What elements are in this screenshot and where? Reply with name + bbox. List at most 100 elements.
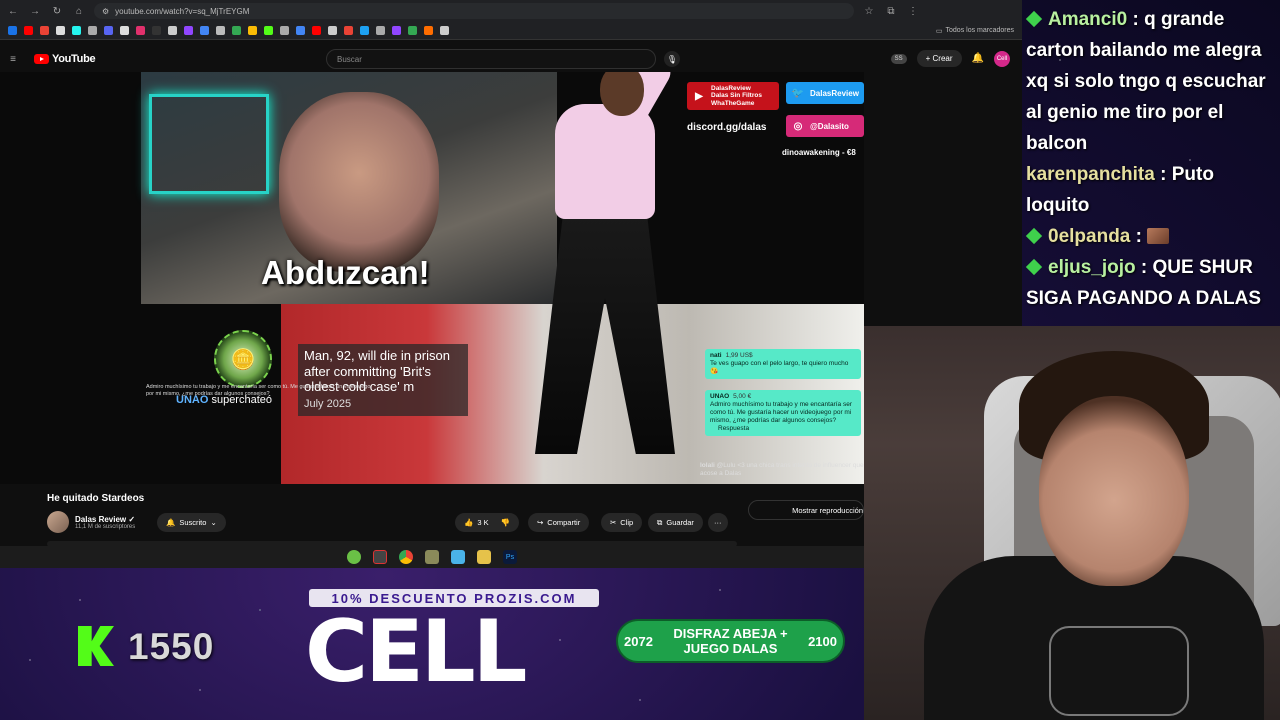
donation-line: lolali @Lulu <3 una chica trans intento … [700, 462, 864, 477]
channel-name[interactable]: Dalas Review ✓ [75, 515, 135, 524]
home-icon[interactable]: ⌂ [72, 4, 86, 18]
bookmark-icon[interactable] [200, 26, 209, 35]
bookmark-icon[interactable] [296, 26, 305, 35]
extensions-icon[interactable]: ⧉ [884, 4, 898, 18]
social-discord: discord.gg/dalas [687, 122, 767, 133]
show-replay-button[interactable]: Mostrar reproducción [748, 500, 864, 520]
chat-message: Amanci0 : q grande carton bailando me al… [1025, 9, 1266, 154]
subscriber-count: 11,1 M de suscriptores [75, 523, 136, 530]
bookmark-icon[interactable] [376, 26, 385, 35]
bookmark-icon[interactable] [88, 26, 97, 35]
chat-message: karenpanchita : Puto loquito [1026, 164, 1214, 216]
share-icon: ↪ [537, 518, 544, 527]
bookmark-icon[interactable] [152, 26, 161, 35]
verified-icon: ✓ [128, 514, 136, 524]
star-icon[interactable]: ☆ [862, 4, 876, 18]
channel-info: Dalas Review ✓ 11,1 M de suscriptores [47, 511, 135, 533]
create-button[interactable]: + Crear [916, 50, 962, 67]
thumbs-down-icon[interactable]: 👎 [501, 518, 510, 527]
notifications-bell-icon[interactable]: 🔔 [972, 53, 984, 64]
cam-caption: Abduzcan! [261, 254, 430, 291]
emote-icon [1147, 228, 1170, 244]
dino-donation-line: dinoawakening - €8 [782, 148, 856, 157]
bookmark-icon[interactable] [440, 26, 449, 35]
search-input[interactable]: Buscar [326, 49, 656, 69]
bookmark-icon[interactable] [8, 26, 17, 35]
bookmark-icon[interactable] [56, 26, 65, 35]
app-icon[interactable] [451, 550, 465, 564]
streamer-webcam [864, 326, 1280, 720]
news-date: July 2025 [304, 397, 352, 410]
bookmark-icon[interactable] [408, 26, 417, 35]
chat-message: 0elpanda : [1025, 221, 1276, 252]
bookmark-icon[interactable] [264, 26, 273, 35]
bookmark-save-icon: ⧉ [657, 517, 663, 527]
hamburger-menu-icon[interactable]: ≡ [6, 52, 20, 66]
youtube-icon: ▶ [695, 90, 703, 102]
video-player[interactable]: Abduzcan! Man, 92, will die in prison af… [0, 72, 864, 484]
url-field[interactable]: ⚙ youtube.com/watch?v=sq_MjTrEYGM [94, 3, 854, 19]
save-button[interactable]: ⧉ Guardar [648, 513, 703, 532]
bookmark-icon[interactable] [424, 26, 433, 35]
account-avatar[interactable]: Cell [994, 50, 1010, 67]
back-icon[interactable]: ← [6, 4, 20, 18]
dancer-legs [535, 214, 675, 454]
bookmark-icon[interactable] [360, 26, 369, 35]
bell-icon: 🔔 [166, 518, 176, 527]
reply-label: Respuesta [718, 425, 750, 432]
bookmark-icon[interactable] [280, 26, 289, 35]
youtube-logo[interactable]: YouTube [34, 53, 96, 65]
subscribed-button[interactable]: 🔔 Suscrito ⌄ [157, 513, 226, 532]
channel-avatar[interactable] [47, 511, 69, 533]
streamer-face [279, 92, 439, 272]
bookmark-icon[interactable] [232, 26, 241, 35]
app-icon[interactable] [425, 550, 439, 564]
goal-label: DISFRAZ ABEJA + JUEGO DALAS [673, 626, 788, 656]
photoshop-app-icon[interactable]: Ps [503, 550, 517, 564]
xbox-app-icon[interactable] [347, 550, 361, 564]
donation-card: nati 1,99 US$ Te ves guapo con el pelo la… [705, 349, 861, 379]
superchat-coin-icon: 🪙 [214, 330, 272, 388]
chat-message: eljus_jojo : QUE SHUR SIGA PAGANDO A DAL… [1025, 257, 1262, 309]
obs-app-icon[interactable] [373, 550, 387, 564]
bookmark-icon[interactable] [104, 26, 113, 35]
bookmark-icon[interactable] [136, 26, 145, 35]
social-yt-line3: WhaTheGame [711, 99, 755, 107]
more-actions-button[interactable]: ··· [708, 513, 728, 532]
like-button[interactable]: 👍 3 K 👎 [455, 513, 519, 532]
bookmark-icon[interactable] [216, 26, 225, 35]
bookmark-icon[interactable] [184, 26, 193, 35]
bookmark-icon[interactable] [328, 26, 337, 35]
reload-icon[interactable]: ↻ [50, 4, 64, 18]
share-button[interactable]: ↪ Compartir [528, 513, 590, 532]
youtube-header: ≡ YouTube Buscar 🎙 SS + Crear 🔔 Cell [0, 46, 1022, 72]
url-text: youtube.com/watch?v=sq_MjTrEYGM [115, 6, 250, 16]
ss-badge[interactable]: SS [890, 53, 907, 64]
site-info-icon[interactable]: ⚙ [102, 7, 109, 16]
taskbar: Ps [0, 546, 864, 568]
chrome-app-icon[interactable] [399, 550, 413, 564]
goal-current: 2072 [624, 633, 653, 649]
bookmark-icon[interactable] [344, 26, 353, 35]
all-bookmarks-folder[interactable]: ▭ Todos los marcadores [936, 27, 1014, 35]
bookmark-icon[interactable] [72, 26, 81, 35]
superchat-message: Admiro muchísimo tu trabajo y me encanta… [146, 384, 371, 397]
news-card: Man, 92, will die in prison after commit… [298, 344, 468, 416]
file-explorer-icon[interactable] [477, 550, 491, 564]
bookmark-icon[interactable] [40, 26, 49, 35]
menu-icon[interactable]: ⋮ [906, 4, 920, 18]
bookmark-icon[interactable] [312, 26, 321, 35]
bookmark-icon[interactable] [120, 26, 129, 35]
neon-shelf [149, 94, 269, 194]
bookmark-icon[interactable] [248, 26, 257, 35]
clip-button[interactable]: ✂ Clip [601, 513, 643, 532]
moderator-diamond-icon [1025, 227, 1043, 245]
microphone-icon[interactable]: 🎙 [664, 51, 680, 67]
bookmark-icon[interactable] [168, 26, 177, 35]
bookmark-icon[interactable] [24, 26, 33, 35]
social-youtube: ▶ DalasReview Dalas Sin Filtros WhaTheGa… [687, 82, 779, 110]
instagram-icon: ◎ [793, 120, 803, 132]
bookmark-icon[interactable] [392, 26, 401, 35]
youtube-play-icon [34, 54, 49, 64]
forward-icon[interactable]: → [28, 4, 42, 18]
